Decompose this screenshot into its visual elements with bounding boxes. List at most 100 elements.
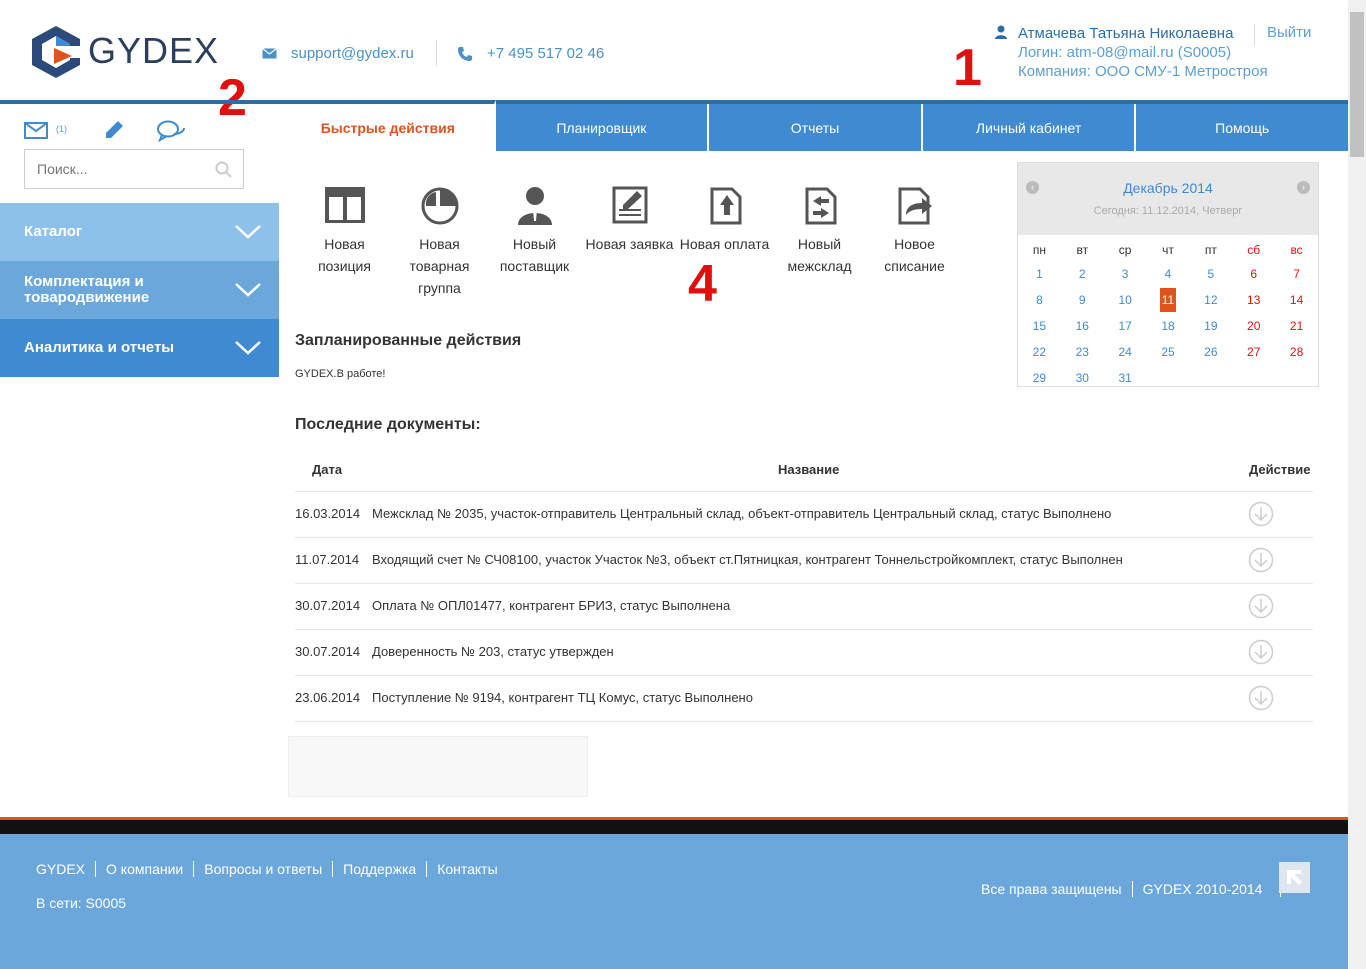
calendar-day[interactable]: 7 xyxy=(1275,261,1318,287)
calendar-day-number: 29 xyxy=(1032,371,1047,385)
transfer-document-icon xyxy=(805,187,836,225)
footer-link-about[interactable]: О компании xyxy=(95,861,193,877)
download-icon[interactable] xyxy=(1248,685,1274,711)
new-payment-button[interactable]: Новая оплата xyxy=(677,185,772,299)
document-name[interactable]: Доверенность № 203, статус утвержден xyxy=(372,644,614,659)
email-link[interactable]: support@gydex.ru xyxy=(291,45,414,62)
calendar-day[interactable]: 14 xyxy=(1275,287,1318,313)
logo[interactable]: GYDEX xyxy=(30,24,230,84)
document-name[interactable]: Оплата № ОПЛ01477, контрагент БРИЗ, стат… xyxy=(372,598,730,613)
calendar-day[interactable]: 27 xyxy=(1232,339,1275,365)
calendar-header: ‹ Декабрь 2014 Сегодня: 11.12.2014, Четв… xyxy=(1018,163,1318,235)
download-icon[interactable] xyxy=(1248,501,1274,527)
table-row[interactable]: 16.03.2014 Межсклад № 2035, участок-отпра… xyxy=(295,492,1313,538)
quick-action-label: Новое списание xyxy=(884,236,945,274)
search-icon[interactable] xyxy=(215,161,232,178)
new-position-button[interactable]: Новая позиция xyxy=(297,185,392,299)
chevron-down-icon xyxy=(235,283,261,297)
search-input[interactable] xyxy=(25,150,205,188)
page-scrollbar[interactable] xyxy=(1348,0,1366,969)
tab-help[interactable]: Помощь xyxy=(1136,104,1348,151)
quick-action-label: Новый межсклад xyxy=(787,236,852,274)
calendar-day[interactable]: 16 xyxy=(1061,313,1104,339)
calendar-day[interactable]: 12 xyxy=(1189,287,1232,313)
calendar-day[interactable]: 22 xyxy=(1018,339,1061,365)
main-tabs: Быстрые действия Планировщик Отчеты Личн… xyxy=(282,100,1348,151)
calendar-day[interactable]: 4 xyxy=(1147,261,1190,287)
calendar-today: Сегодня: 11.12.2014, Четверг xyxy=(1093,205,1243,217)
calendar-day[interactable]: 8 xyxy=(1018,287,1061,313)
footer-link-contacts[interactable]: Контакты xyxy=(426,861,507,877)
calendar-day[interactable]: 17 xyxy=(1104,313,1147,339)
document-name[interactable]: Поступление № 9194, контрагент ТЦ Комус,… xyxy=(372,690,753,705)
tab-reports[interactable]: Отчеты xyxy=(709,104,923,151)
mail-icon[interactable] xyxy=(24,122,48,139)
calendar-day[interactable]: 3 xyxy=(1104,261,1147,287)
pencil-icon[interactable] xyxy=(104,120,124,140)
calendar-day[interactable]: 20 xyxy=(1232,313,1275,339)
contact-phone[interactable]: +7 495 517 02 46 xyxy=(457,45,604,62)
calendar-day[interactable]: 13 xyxy=(1232,287,1275,313)
scroll-top-button[interactable] xyxy=(1279,862,1310,893)
column-action: Действие xyxy=(1249,462,1311,477)
calendar-day[interactable]: 31 xyxy=(1104,365,1147,391)
calendar-day[interactable]: 9 xyxy=(1061,287,1104,313)
calendar-day[interactable]: 21 xyxy=(1275,313,1318,339)
search-box[interactable] xyxy=(24,149,244,189)
new-transfer-button[interactable]: Новый межсклад xyxy=(772,185,867,299)
phone-number[interactable]: +7 495 517 02 46 xyxy=(487,45,604,62)
calendar-day[interactable]: 29 xyxy=(1018,365,1061,391)
calendar-day[interactable]: 24 xyxy=(1104,339,1147,365)
calendar-day[interactable]: 26 xyxy=(1189,339,1232,365)
tab-quick-actions[interactable]: Быстрые действия xyxy=(282,100,496,151)
chat-icon[interactable] xyxy=(156,120,186,142)
calendar-day-number: 13 xyxy=(1247,293,1261,307)
table-icon xyxy=(324,187,365,223)
footer-link-gydex[interactable]: GYDEX xyxy=(36,861,95,877)
table-row[interactable]: 11.07.2014 Входящий счет № СЧ08100, участ… xyxy=(295,538,1313,584)
calendar-day[interactable]: 15 xyxy=(1018,313,1061,339)
sidebar-item-analytics[interactable]: Аналитика и отчеты xyxy=(0,319,279,377)
new-product-group-button[interactable]: Новая товарная группа xyxy=(392,185,487,299)
calendar-day[interactable]: 6 xyxy=(1232,261,1275,287)
document-name[interactable]: Входящий счет № СЧ08100, участок Участок… xyxy=(372,552,1123,567)
table-row[interactable]: 30.07.2014 Доверенность № 203, статус утв… xyxy=(295,630,1313,676)
chevron-down-icon xyxy=(235,341,261,355)
calendar-day[interactable]: 1 xyxy=(1018,261,1061,287)
footer-link-support[interactable]: Поддержка xyxy=(332,861,426,877)
tab-account[interactable]: Личный кабинет xyxy=(922,104,1137,151)
calendar-day[interactable]: 11 xyxy=(1147,287,1190,313)
sidebar-item-catalog[interactable]: Каталог xyxy=(0,203,279,261)
download-icon[interactable] xyxy=(1248,593,1274,619)
tab-planner[interactable]: Планировщик xyxy=(495,104,710,151)
upload-document-icon xyxy=(710,187,741,225)
calendar-day[interactable]: 23 xyxy=(1061,339,1104,365)
calendar-day[interactable]: 10 xyxy=(1104,287,1147,313)
calendar-day[interactable]: 5 xyxy=(1189,261,1232,287)
download-icon[interactable] xyxy=(1248,639,1274,665)
table-row[interactable]: 23.06.2014 Поступление № 9194, контрагент… xyxy=(295,676,1313,722)
logout-link[interactable]: Выйти xyxy=(1254,24,1311,46)
header: GYDEX support@gydex.ru +7 495 517 02 46 … xyxy=(0,0,1348,100)
new-writeoff-button[interactable]: Новое списание xyxy=(867,185,962,299)
calendar-day[interactable]: 28 xyxy=(1275,339,1318,365)
calendar-day[interactable]: 2 xyxy=(1061,261,1104,287)
new-supplier-button[interactable]: Новый поставщик xyxy=(487,185,582,299)
download-icon[interactable] xyxy=(1248,547,1274,573)
footer-link-faq[interactable]: Вопросы и ответы xyxy=(193,861,332,877)
calendar-day[interactable]: 25 xyxy=(1147,339,1190,365)
sidebar-item-logistics[interactable]: Комплектация и товародвижение xyxy=(0,261,279,319)
document-date: 23.06.2014 xyxy=(295,690,361,705)
calendar-next-button[interactable]: › xyxy=(1297,181,1310,194)
new-request-button[interactable]: Новая заявка xyxy=(582,185,677,299)
annotation-1: 1 xyxy=(953,39,982,97)
table-row[interactable]: 30.07.2014 Оплата № ОПЛ01477, контрагент … xyxy=(295,584,1313,630)
document-name[interactable]: Межсклад № 2035, участок-отправитель Цен… xyxy=(372,506,1111,521)
scrollbar-thumb[interactable] xyxy=(1350,12,1364,157)
calendar-day[interactable]: 19 xyxy=(1189,313,1232,339)
calendar-day[interactable]: 30 xyxy=(1061,365,1104,391)
user-name[interactable]: Атмачева Татьяна Николаевна xyxy=(1018,25,1233,42)
calendar-day[interactable]: 18 xyxy=(1147,313,1190,339)
sidebar-toolbar: (1) xyxy=(0,104,279,146)
contact-email[interactable]: support@gydex.ru xyxy=(262,45,414,62)
